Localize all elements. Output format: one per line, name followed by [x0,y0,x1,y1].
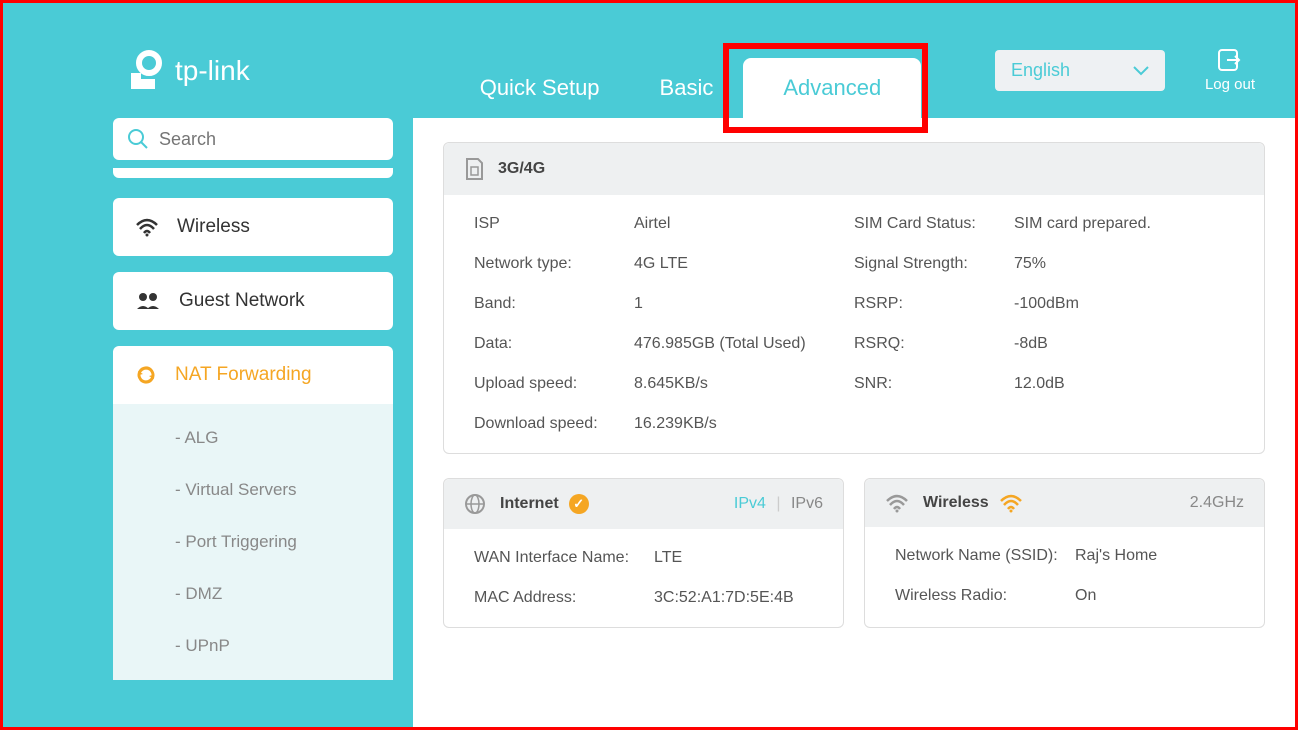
snr-value: 12.0dB [1014,375,1065,393]
rsrp-label: RSRP: [854,295,1014,313]
panel-internet: Internet IPv4 | IPv6 WAN Interface Name:… [443,478,844,628]
wifi-gold-icon [999,493,1023,513]
language-select[interactable]: English [995,50,1165,91]
mac-label: MAC Address: [474,589,654,607]
tplink-logo-icon [123,49,167,93]
radio-value: On [1075,587,1096,605]
isp-label: ISP [474,215,634,233]
sidebar-label: Wireless [177,216,250,238]
sidebar-item-nat-forwarding[interactable]: NAT Forwarding [113,346,393,404]
ssid-label: Network Name (SSID): [895,547,1075,565]
sub-item-dmz[interactable]: - DMZ [113,568,393,620]
sidebar: Wireless Guest Network NAT Forwarding - … [113,118,393,727]
sub-item-alg[interactable]: - ALG [113,412,393,464]
sidebar-item-wireless[interactable]: Wireless [113,198,393,256]
ipv4-link[interactable]: IPv4 [734,495,766,512]
sidebar-label: NAT Forwarding [175,364,312,386]
sidebar-label: Guest Network [179,290,305,312]
panel-header-3g4g: 3G/4G [444,143,1264,195]
search-input[interactable] [159,129,379,150]
signal-label: Signal Strength: [854,255,1014,273]
panel-title: Internet [500,495,559,513]
globe-icon [464,493,486,515]
signal-value: 75% [1014,255,1046,273]
sub-item-virtual-servers[interactable]: - Virtual Servers [113,464,393,516]
panel-header-wireless: Wireless 2.4GHz [865,479,1264,527]
brand-logo: tp-link [123,49,250,93]
panel-header-internet: Internet IPv4 | IPv6 [444,479,843,529]
isp-value: Airtel [634,215,670,233]
tab-quick-setup[interactable]: Quick Setup [450,58,630,118]
refresh-icon [135,364,157,386]
wifi-icon [135,217,159,237]
band-label: Band: [474,295,634,313]
logout-label: Log out [1205,76,1255,93]
search-box[interactable] [113,118,393,160]
main-content: 3G/4G ISPAirtel SIM Card Status:SIM card… [413,118,1295,727]
highlight-box [723,43,928,133]
panel-title: 3G/4G [498,160,545,178]
wifi-icon [885,493,909,513]
panel-wireless: Wireless 2.4GHz Network Name (SSID):Raj'… [864,478,1265,628]
ip-version-toggle: IPv4 | IPv6 [734,495,823,513]
brand-text: tp-link [175,55,250,87]
ipv6-link[interactable]: IPv6 [791,495,823,512]
sidebar-item-guest-network[interactable]: Guest Network [113,272,393,330]
sim-icon [464,157,484,181]
logout-button[interactable]: Log out [1205,48,1255,93]
search-icon [127,128,149,150]
status-ok-icon [569,494,589,514]
wireless-band[interactable]: 2.4GHz [1190,494,1244,512]
sim-status-value: SIM card prepared. [1014,215,1151,233]
network-type-value: 4G LTE [634,255,688,273]
upload-label: Upload speed: [474,375,634,393]
sidebar-prev-item-sliver [113,168,393,178]
nat-sub-items: - ALG - Virtual Servers - Port Triggerin… [113,404,393,680]
rsrq-value: -8dB [1014,335,1048,353]
data-label: Data: [474,335,634,353]
download-value: 16.239KB/s [634,415,717,433]
language-value: English [1011,60,1070,81]
sub-item-upnp[interactable]: - UPnP [113,620,393,672]
rsrq-label: RSRQ: [854,335,1014,353]
ssid-value: Raj's Home [1075,547,1157,565]
logout-icon [1217,48,1243,72]
header: tp-link Quick Setup Basic Advanced Engli… [3,3,1295,118]
rsrp-value: -100dBm [1014,295,1079,313]
chevron-down-icon [1133,66,1149,76]
panel-title: Wireless [923,494,989,512]
divider: | [776,495,780,512]
band-value: 1 [634,295,643,313]
data-value: 476.985GB (Total Used) [634,335,806,353]
network-type-label: Network type: [474,255,634,273]
download-label: Download speed: [474,415,634,433]
users-icon [135,291,161,311]
snr-label: SNR: [854,375,1014,393]
mac-value: 3C:52:A1:7D:5E:4B [654,589,794,607]
sim-status-label: SIM Card Status: [854,215,1014,233]
panel-3g4g: 3G/4G ISPAirtel SIM Card Status:SIM card… [443,142,1265,454]
upload-value: 8.645KB/s [634,375,708,393]
wan-value: LTE [654,549,682,567]
sub-item-port-triggering[interactable]: - Port Triggering [113,516,393,568]
wan-label: WAN Interface Name: [474,549,654,567]
radio-label: Wireless Radio: [895,587,1075,605]
